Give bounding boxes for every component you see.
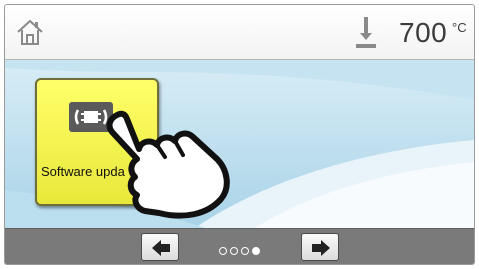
page-dot[interactable] (241, 247, 249, 255)
next-page-button[interactable] (301, 233, 339, 261)
temperature-unit: °C (452, 20, 467, 35)
arrow-left-icon (152, 240, 170, 256)
status-bar: 700 °C (5, 5, 474, 60)
temperature-value: 700 (399, 17, 448, 48)
page-indicator (219, 242, 263, 255)
home-button[interactable] (15, 17, 45, 47)
page-dot-active[interactable] (252, 247, 260, 255)
pointing-hand-icon (103, 107, 233, 223)
thermometer-icon (355, 15, 377, 49)
home-icon (17, 19, 43, 45)
page-dot[interactable] (219, 247, 227, 255)
page-dot[interactable] (230, 247, 238, 255)
screen-frame: 700 °C Software upda (4, 4, 475, 265)
previous-page-button[interactable] (141, 233, 179, 261)
arrow-right-icon (312, 240, 330, 256)
navigation-bar (5, 228, 474, 264)
